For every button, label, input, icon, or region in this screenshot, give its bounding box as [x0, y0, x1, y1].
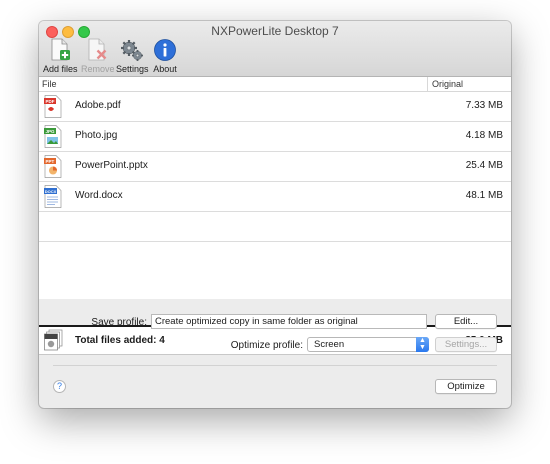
- footer-divider: [53, 365, 497, 366]
- about-button[interactable]: About: [150, 38, 180, 74]
- file-row[interactable]: DOCX Word.docx 48.1 MB: [39, 182, 511, 212]
- pptx-file-icon: PPT: [44, 155, 62, 178]
- file-name: Word.docx: [75, 190, 123, 201]
- empty-row: [39, 242, 511, 272]
- about-label: About: [153, 64, 177, 74]
- add-files-label: Add files: [43, 64, 78, 74]
- jpg-file-icon: JPG: [44, 125, 62, 148]
- file-size: 4.18 MB: [465, 130, 503, 141]
- total-files-label: Total files added: 4: [75, 335, 165, 346]
- gear-icon: [121, 40, 143, 61]
- remove-label: Remove: [81, 64, 115, 74]
- save-profile-field[interactable]: Create optimized copy in same folder as …: [151, 314, 427, 329]
- svg-text:PPT: PPT: [46, 159, 55, 164]
- files-stack-icon: [44, 329, 63, 351]
- save-profile-label: Save profile:: [91, 317, 147, 328]
- optimize-button[interactable]: Optimize: [435, 379, 497, 394]
- remove-icon: [88, 38, 107, 61]
- docx-file-icon: DOCX: [44, 185, 62, 208]
- file-list: File Original PDF Adobe.pdf 7.33 MB JPG: [39, 77, 511, 355]
- edit-button[interactable]: Edit...: [435, 314, 497, 329]
- file-size: 48.1 MB: [465, 190, 503, 201]
- remove-button[interactable]: Remove: [81, 38, 115, 74]
- add-files-button[interactable]: Add files: [43, 38, 78, 74]
- app-window: NXPowerLite Desktop 7 Add files Remove S…: [39, 21, 511, 408]
- file-size: 25.4 MB: [465, 160, 503, 171]
- add-files-icon: [51, 38, 70, 61]
- column-divider: [427, 77, 428, 91]
- file-row[interactable]: PPT PowerPoint.pptx 25.4 MB: [39, 152, 511, 182]
- title-bar: NXPowerLite Desktop 7 Add files Remove S…: [39, 21, 511, 77]
- svg-text:PDF: PDF: [46, 99, 55, 104]
- pdf-file-icon: PDF: [44, 95, 62, 118]
- list-header: File Original: [39, 77, 511, 92]
- file-name: Photo.jpg: [75, 130, 118, 141]
- file-size: 7.33 MB: [465, 100, 503, 111]
- column-header-file[interactable]: File: [42, 79, 57, 89]
- settings-label: Settings: [116, 64, 149, 74]
- window-title: NXPowerLite Desktop 7: [211, 24, 339, 38]
- info-icon: [154, 39, 176, 61]
- select-chevron-icon: ▲ ▼: [416, 337, 429, 352]
- optimize-profile-select[interactable]: Screen ▲ ▼: [307, 337, 429, 352]
- file-name: Adobe.pdf: [75, 100, 121, 111]
- profile-settings-button[interactable]: Settings...: [435, 337, 497, 352]
- help-button[interactable]: ?: [53, 380, 66, 393]
- optimize-profile-value: Screen: [314, 339, 345, 350]
- settings-button[interactable]: Settings: [116, 38, 149, 74]
- empty-row: [39, 212, 511, 242]
- svg-text:DOCX: DOCX: [45, 189, 57, 194]
- optimize-profile-label: Optimize profile:: [230, 340, 303, 351]
- file-row[interactable]: PDF Adobe.pdf 7.33 MB: [39, 92, 511, 122]
- file-name: PowerPoint.pptx: [75, 160, 148, 171]
- file-row[interactable]: JPG Photo.jpg 4.18 MB: [39, 122, 511, 152]
- svg-text:JPG: JPG: [46, 129, 56, 134]
- column-header-original[interactable]: Original: [432, 79, 463, 89]
